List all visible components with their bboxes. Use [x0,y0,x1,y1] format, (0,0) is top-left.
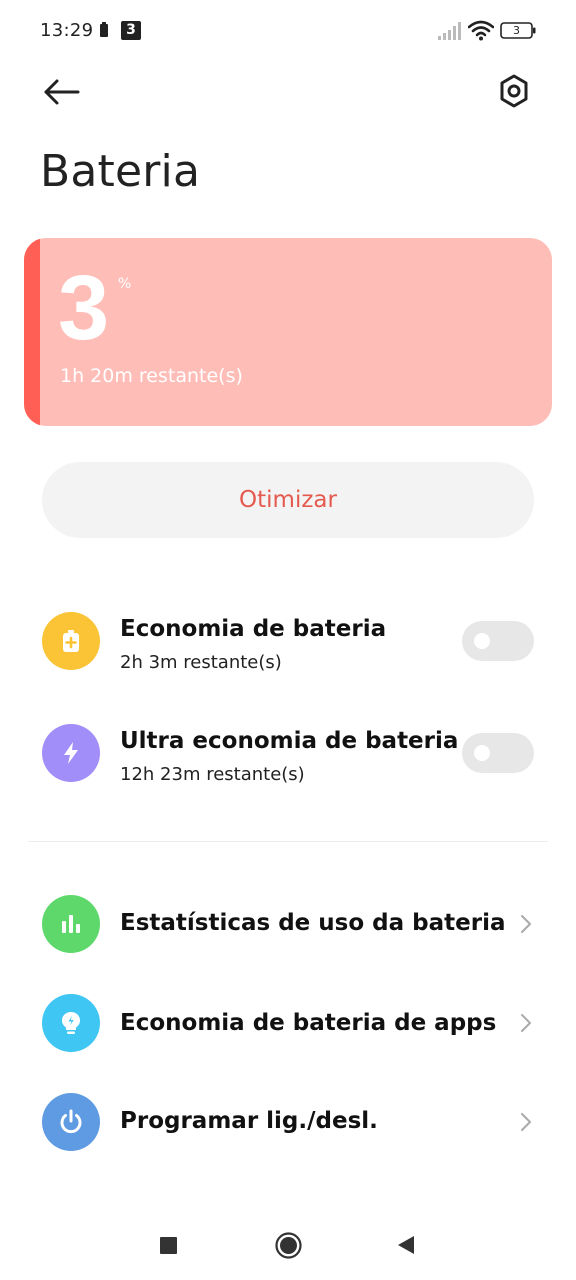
page-title: Bateria [40,146,201,197]
battery-percentage-value: 3 [58,257,110,359]
bar-chart-icon [62,915,80,933]
battery-level-indicator [24,238,40,426]
nav-back-button[interactable] [396,1234,416,1256]
schedule-power-label[interactable]: Programar lig./desl. [120,1108,378,1134]
home-button[interactable] [275,1232,302,1259]
notification-badge: 3 [121,21,141,40]
chevron-right-icon[interactable] [518,1111,534,1133]
battery-saver-icon [42,612,100,670]
back-arrow-icon[interactable] [40,72,84,112]
status-bar: 13:29 3 3 [0,0,576,64]
power-icon [60,1109,82,1134]
chevron-right-icon[interactable] [518,1012,534,1034]
battery-level-label: 3 [513,24,520,37]
settings-icon[interactable] [494,70,534,114]
section-divider [28,841,548,842]
battery-saver-subtitle: 2h 3m restante(s) [120,652,282,673]
status-time: 13:29 [40,20,94,41]
lightning-icon [64,742,78,764]
ultra-battery-saver-toggle[interactable] [462,733,534,773]
optimize-button[interactable]: Otimizar [42,462,534,538]
ultra-battery-saver-icon [42,724,100,782]
toggle-knob [474,633,490,649]
ultra-battery-saver-title: Ultra economia de bateria [120,728,459,754]
lightbulb-icon [62,1012,80,1034]
battery-remaining-time: 1h 20m restante(s) [60,365,243,387]
app-battery-saver-label[interactable]: Economia de bateria de apps [120,1010,496,1036]
signal-icon [438,22,461,40]
wifi-icon [468,20,494,41]
percent-sign: % [118,276,132,292]
app-battery-saver-icon[interactable] [42,994,100,1052]
battery-usage-stats-icon[interactable] [42,895,100,953]
battery-saver-toggle[interactable] [462,621,534,661]
battery-usage-stats-label[interactable]: Estatísticas de uso da bateria [120,910,505,936]
chevron-right-icon[interactable] [518,913,534,935]
battery-plus-icon [63,630,79,652]
battery-status-icon [100,22,108,37]
schedule-power-icon[interactable] [42,1093,100,1151]
recents-button[interactable] [160,1237,177,1254]
toggle-knob [474,745,490,761]
battery-saver-title: Economia de bateria [120,616,387,642]
ultra-battery-saver-subtitle: 12h 23m restante(s) [120,764,305,785]
